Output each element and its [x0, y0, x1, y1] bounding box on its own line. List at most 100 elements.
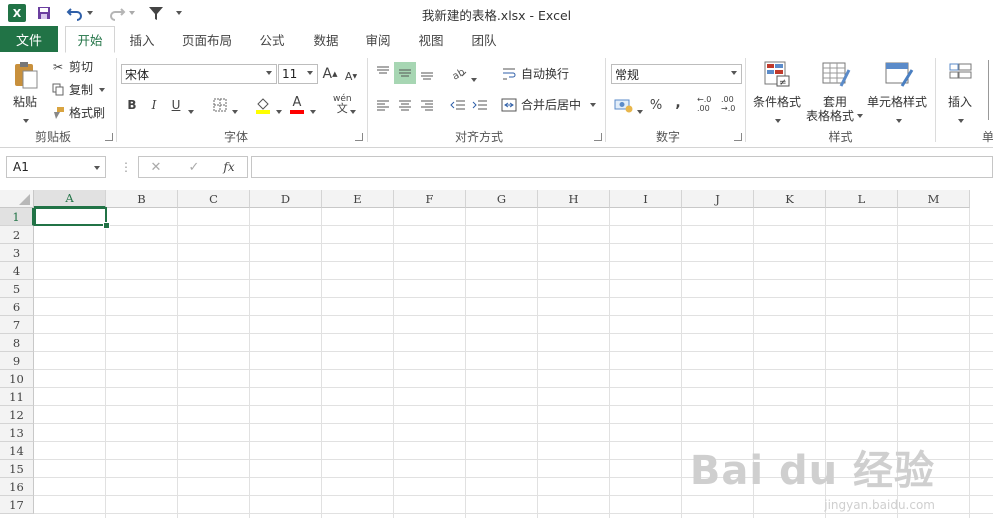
column-header-j[interactable]: J	[682, 190, 754, 208]
copy-button[interactable]: 复制	[50, 81, 106, 98]
formula-input[interactable]	[251, 156, 993, 178]
font-size-select[interactable]: 11	[278, 64, 318, 84]
row-header-10[interactable]: 10	[0, 370, 34, 388]
column-header-k[interactable]: K	[754, 190, 826, 208]
format-painter-button[interactable]: 格式刷	[50, 104, 105, 121]
format-as-table-button[interactable]: 表格格式	[806, 107, 864, 124]
tab-home[interactable]: 开始	[65, 26, 115, 53]
column-header-d[interactable]: D	[250, 190, 322, 208]
column-header-m[interactable]: M	[898, 190, 970, 208]
number-format-select[interactable]: 常规	[611, 64, 742, 84]
font-name-select[interactable]: 宋体	[121, 64, 277, 84]
font-launcher-icon[interactable]	[355, 133, 363, 141]
conditional-formatting-icon[interactable]: ≠	[762, 59, 792, 89]
tab-view[interactable]: 视图	[409, 26, 453, 52]
chevron-down-icon[interactable]	[958, 119, 964, 123]
insert-cells-icon[interactable]	[946, 59, 976, 89]
column-header-l[interactable]: L	[826, 190, 898, 208]
percent-button[interactable]: %	[648, 96, 664, 114]
column-header-b[interactable]: B	[106, 190, 178, 208]
increase-indent-icon[interactable]	[471, 96, 489, 114]
chevron-down-icon[interactable]	[23, 119, 29, 123]
name-box[interactable]: A1	[6, 156, 106, 178]
enter-button[interactable]: ✓	[186, 158, 202, 176]
column-header-f[interactable]: F	[394, 190, 466, 208]
row-header-1[interactable]: 1	[0, 208, 34, 226]
cell-styles-icon[interactable]	[883, 59, 915, 89]
cell-styles-button[interactable]: 单元格样式	[867, 93, 927, 110]
next-button-partial[interactable]	[988, 60, 993, 120]
row-header-7[interactable]: 7	[0, 316, 34, 334]
format-as-table-icon[interactable]	[820, 59, 852, 89]
chevron-down-icon[interactable]	[188, 110, 194, 114]
number-launcher-icon[interactable]	[734, 133, 742, 141]
bold-button[interactable]: B	[124, 96, 140, 114]
italic-button[interactable]: I	[146, 96, 162, 114]
row-header-15[interactable]: 15	[0, 460, 34, 478]
align-middle-icon[interactable]	[394, 62, 416, 84]
chevron-down-icon[interactable]	[857, 113, 864, 118]
increase-font-icon[interactable]: A ▲	[322, 64, 338, 84]
decrease-decimal-button[interactable]: .00 →.0	[721, 95, 735, 113]
tab-insert[interactable]: 插入	[120, 26, 164, 52]
row-header-3[interactable]: 3	[0, 244, 34, 262]
row-header-2[interactable]: 2	[0, 226, 34, 244]
decrease-indent-icon[interactable]	[449, 96, 467, 114]
font-color-icon[interactable]: A	[288, 94, 306, 116]
tab-page-layout[interactable]: 页面布局	[174, 26, 240, 52]
align-top-icon[interactable]	[374, 62, 392, 82]
tab-team[interactable]: 团队	[462, 26, 506, 52]
chevron-down-icon[interactable]	[310, 110, 316, 114]
row-header-12[interactable]: 12	[0, 406, 34, 424]
merge-center-button[interactable]: 合并后居中	[501, 96, 597, 113]
column-header-i[interactable]: I	[610, 190, 682, 208]
row-header-13[interactable]: 13	[0, 424, 34, 442]
comma-button[interactable]: ,	[672, 94, 684, 112]
chevron-down-icon[interactable]	[232, 110, 238, 114]
chevron-down-icon[interactable]	[896, 119, 902, 123]
align-center-icon[interactable]	[396, 96, 414, 114]
row-header-14[interactable]: 14	[0, 442, 34, 460]
cancel-button[interactable]: ✕	[148, 158, 164, 176]
align-left-icon[interactable]	[374, 96, 392, 114]
clipboard-launcher-icon[interactable]	[105, 133, 113, 141]
column-header-h[interactable]: H	[538, 190, 610, 208]
borders-icon[interactable]	[211, 96, 229, 114]
fill-handle[interactable]	[103, 222, 110, 229]
chevron-down-icon[interactable]	[99, 87, 106, 92]
orientation-icon[interactable]: ab	[450, 64, 468, 82]
row-header-16[interactable]: 16	[0, 478, 34, 496]
row-header-9[interactable]: 9	[0, 352, 34, 370]
phonetic-guide-button[interactable]: wén 文	[333, 94, 352, 114]
align-bottom-icon[interactable]	[418, 64, 436, 84]
conditional-formatting-button[interactable]: 条件格式	[753, 93, 801, 110]
column-header-c[interactable]: C	[178, 190, 250, 208]
active-cell[interactable]	[34, 207, 107, 226]
chevron-down-icon[interactable]	[471, 78, 477, 82]
increase-decimal-button[interactable]: ←.0.00	[697, 95, 711, 113]
currency-icon[interactable]	[613, 95, 635, 115]
chevron-down-icon[interactable]	[590, 102, 597, 107]
insert-function-button[interactable]: fx	[220, 158, 238, 176]
column-header-g[interactable]: G	[466, 190, 538, 208]
chevron-down-icon[interactable]	[276, 110, 282, 114]
row-header-8[interactable]: 8	[0, 334, 34, 352]
tab-data[interactable]: 数据	[304, 26, 348, 52]
tab-file[interactable]: 文件	[0, 26, 58, 52]
paste-icon[interactable]	[11, 60, 41, 90]
row-header-6[interactable]: 6	[0, 298, 34, 316]
underline-button[interactable]: U	[168, 96, 184, 114]
chevron-down-icon[interactable]	[775, 119, 781, 123]
paste-button[interactable]: 粘贴	[13, 93, 37, 110]
fill-color-icon[interactable]	[254, 95, 272, 115]
tab-formulas[interactable]: 公式	[250, 26, 294, 52]
column-header-e[interactable]: E	[322, 190, 394, 208]
chevron-down-icon[interactable]	[94, 166, 100, 170]
row-header-11[interactable]: 11	[0, 388, 34, 406]
tab-review[interactable]: 审阅	[356, 26, 400, 52]
chevron-down-icon[interactable]	[637, 110, 643, 114]
row-header-4[interactable]: 4	[0, 262, 34, 280]
chevron-down-icon[interactable]	[350, 110, 356, 114]
select-all-button[interactable]	[0, 190, 34, 208]
alignment-launcher-icon[interactable]	[594, 133, 602, 141]
